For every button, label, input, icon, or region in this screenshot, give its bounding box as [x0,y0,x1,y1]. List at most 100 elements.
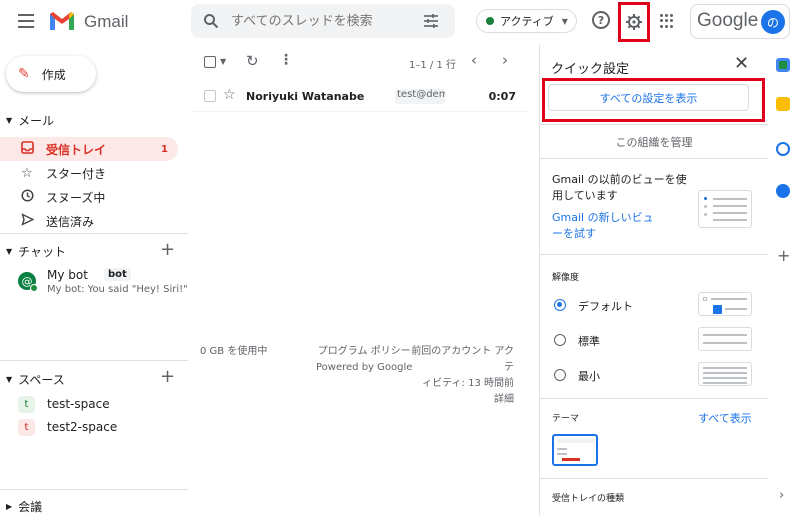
row-checkbox[interactable] [204,90,216,102]
density-compact-label[interactable]: 最小 [578,368,600,384]
gmail-logo-icon[interactable] [48,10,76,32]
panel-divider [540,398,768,399]
space-item-test-space[interactable]: t test-space [18,394,178,414]
keep-icon[interactable] [776,97,790,111]
new-chat-plus-icon[interactable]: + [160,239,175,260]
search-input[interactable] [231,10,411,32]
panel-divider [540,254,768,255]
meet-section-header[interactable]: ▶ 会議 [6,498,42,515]
new-space-plus-icon[interactable]: + [160,366,175,387]
google-apps-icon[interactable] [660,14,674,28]
density-default-thumbnail [698,292,752,316]
mail-list-pane: ▼ ↻ ⋮ 1–1 / 1 行 ‹ › ☆ Noriyuki Watanabe … [190,44,538,516]
density-default-label[interactable]: デフォルト [578,298,633,314]
clock-icon [18,188,36,206]
chat-section-header[interactable]: ▼ チャット [6,243,66,260]
bot-badge: bot [104,268,131,281]
mail-section-header[interactable]: ▼ メール [6,112,54,129]
details-link[interactable]: 詳細 [410,392,514,408]
try-new-view-link[interactable]: Gmail の新しいビューを試す [552,210,662,242]
mail-toolbar: ▼ ↻ ⋮ 1–1 / 1 行 ‹ › [190,44,538,80]
status-label: アクティブ [500,15,554,28]
theme-title: テーマ [552,414,580,424]
chevron-right-icon[interactable]: › [502,51,508,69]
sidebar-item-label: 受信トレイ [46,142,107,157]
activity-time: ィビティ: 13 時間前 [422,378,514,389]
spaces-section-label: スペース [18,373,65,387]
density-default-radio[interactable] [554,299,566,311]
main-menu-icon[interactable] [18,14,34,28]
search-icon[interactable] [203,13,219,29]
contacts-icon[interactable] [776,184,790,198]
panel-divider [540,478,768,479]
star-icon[interactable]: ☆ [223,87,236,103]
activity-text: 前回のアカウント アクテ [411,346,514,373]
space-avatar: t [18,395,35,413]
sidebar-item-label: スター付き [46,166,107,181]
space-item-test2-space[interactable]: t test2-space [18,417,178,437]
calendar-icon[interactable] [776,58,790,72]
density-comfortable-label[interactable]: 標準 [578,333,600,349]
mail-section-label: メール [18,114,55,128]
compose-label: 作成 [41,67,66,82]
inbox-icon [18,140,36,158]
select-dropdown-icon[interactable]: ▼ [220,57,226,66]
active-status-icon [486,17,494,25]
online-status-icon [30,284,38,292]
sidebar-item-sent[interactable]: 送信済み [0,209,178,233]
section-divider [0,360,188,361]
sidebar-item-label: 送信済み [46,214,95,229]
theme-thumbnail[interactable] [552,434,598,466]
previous-view-text: Gmail の以前のビューを使用しています [552,173,687,202]
view-preview-thumbnail [698,190,752,228]
quick-settings-title: クイック設定 [551,62,630,77]
density-comfortable-radio[interactable] [554,334,566,346]
space-avatar: t [18,418,35,436]
chevron-left-icon[interactable]: ‹ [471,51,477,69]
more-options-icon[interactable]: ⋮ [279,52,293,68]
tasks-icon[interactable] [776,142,790,156]
help-icon[interactable]: ? [592,11,610,29]
received-time: 0:07 [488,90,516,103]
send-icon [18,212,36,230]
expand-triangle-icon: ▶ [6,502,13,511]
refresh-icon[interactable]: ↻ [246,52,259,70]
gear-icon[interactable] [626,14,642,30]
star-icon: ☆ [21,165,33,181]
all-settings-button[interactable]: すべての設定を表示 [548,84,749,111]
sidebar-item-starred[interactable]: ☆ スター付き [0,161,178,185]
collapse-triangle-icon: ▼ [6,375,13,384]
pagination-range: 1–1 / 1 行 [409,60,456,71]
select-all-checkbox[interactable] [204,56,216,68]
side-apps-rail: + › [767,44,800,516]
section-divider [0,233,188,234]
spaces-section-header[interactable]: ▼ スペース [6,371,65,388]
account-switcher[interactable]: Google の [690,4,790,39]
add-addon-plus-icon[interactable]: + [777,246,790,265]
chat-item-my-bot[interactable]: @ My bot bot My bot: You said "Hey! Siri… [18,268,188,302]
sidebar-item-inbox[interactable]: 受信トレイ 1 [0,137,178,161]
powered-by-text: Powered by Google [316,362,413,373]
chat-section-label: チャット [18,245,67,259]
compose-button[interactable]: ✎ 作成 [6,56,96,92]
density-compact-thumbnail [698,362,752,386]
storage-text: 0 GB を使用中 [200,346,268,357]
table-row[interactable]: ☆ Noriyuki Watanabe test@demo 0:07 [190,82,530,112]
recipient-tag: test@demo [395,89,445,104]
account-activity: 前回のアカウント アクテ ィビティ: 13 時間前 詳細 [410,344,514,408]
avatar[interactable]: の [761,10,785,34]
manage-org-link[interactable]: この組織を管理 [540,134,768,150]
section-divider [0,489,188,490]
theme-show-all-link[interactable]: すべて表示 [698,410,752,426]
settings-highlight [618,2,650,42]
sidebar-item-snoozed[interactable]: スヌーズ中 [0,185,178,209]
program-policy: プログラム ポリシー Powered by Google [316,344,412,376]
search-options-icon[interactable] [423,13,439,29]
search-bar[interactable] [191,4,455,38]
status-dropdown[interactable]: アクティブ ▼ [476,9,577,33]
chevron-right-icon[interactable]: › [779,488,784,503]
density-compact-radio[interactable] [554,369,566,381]
space-name: test-space [47,397,110,411]
close-icon[interactable]: ✕ [734,53,749,74]
program-policy-link[interactable]: プログラム ポリシー [316,344,412,360]
